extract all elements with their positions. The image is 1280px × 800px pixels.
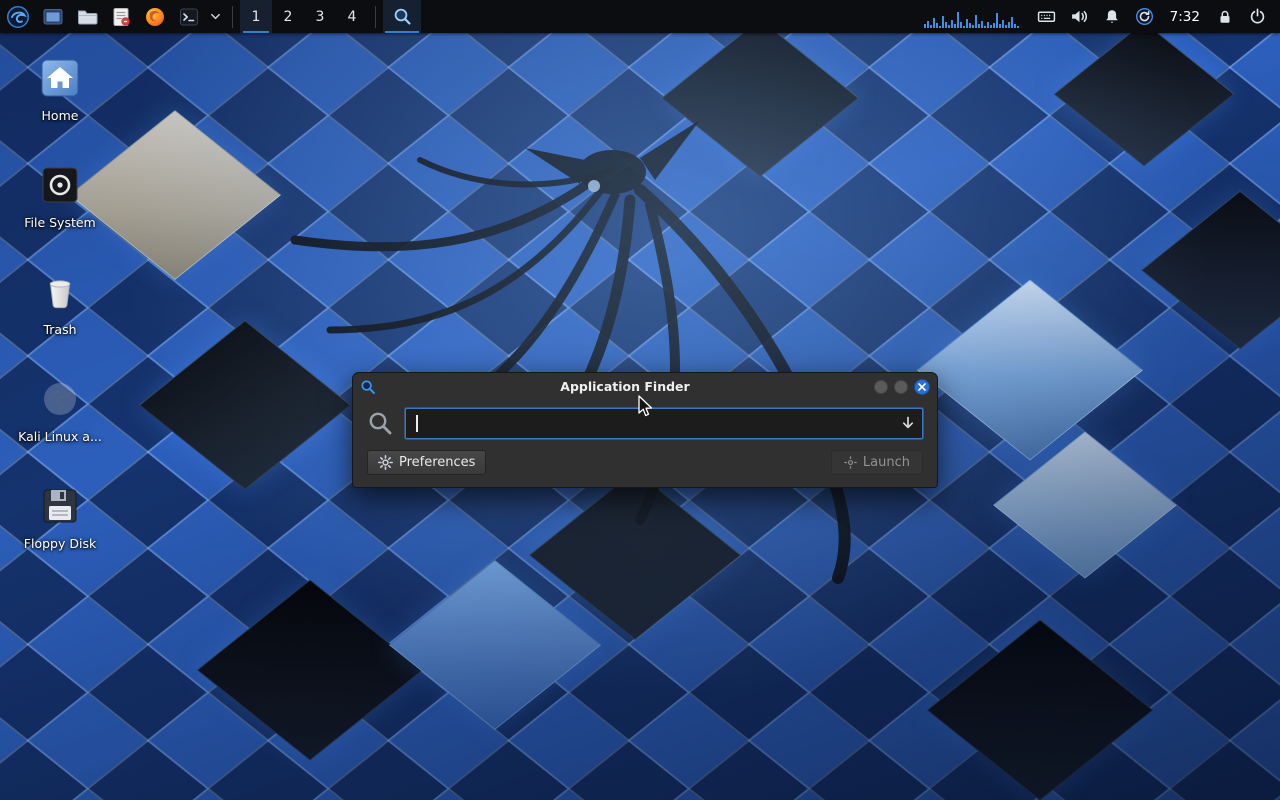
volume-icon — [1070, 7, 1089, 26]
launch-label: Launch — [863, 455, 910, 470]
wallpaper-cube — [1053, 22, 1234, 167]
window-icon — [42, 6, 64, 28]
minimize-button[interactable] — [874, 380, 888, 394]
taskbar-application-finder[interactable] — [383, 0, 421, 33]
launch-icon — [844, 456, 857, 469]
finder-body: Preferences Launch — [353, 400, 937, 487]
updates-button[interactable] — [1128, 0, 1161, 33]
desktop-icon-trash[interactable]: Trash — [4, 268, 116, 337]
bell-icon — [1103, 8, 1121, 26]
wallpaper-cube — [917, 279, 1143, 460]
wallpaper-cube — [993, 431, 1177, 578]
wallpaper-cube — [1141, 191, 1280, 349]
wallpaper-cube — [661, 19, 859, 177]
text-editor-launcher[interactable] — [104, 0, 138, 33]
lock-icon — [1216, 8, 1234, 26]
show-desktop-button[interactable] — [36, 0, 70, 33]
desktop-icon-label: File System — [24, 216, 96, 230]
desktop-icon-label: Kali Linux a... — [18, 430, 102, 444]
floppy-disk-icon — [36, 482, 84, 530]
cpu-graph[interactable] — [924, 4, 1020, 30]
workspace-switcher: 1 2 3 4 — [240, 0, 368, 33]
desktop-icon-label: Floppy Disk — [24, 537, 96, 551]
launch-button[interactable]: Launch — [831, 450, 923, 475]
arrow-down-icon — [899, 414, 917, 432]
maximize-button[interactable] — [894, 380, 908, 394]
desktop-icon-file-system[interactable]: File System — [4, 161, 116, 230]
screen-lock-button[interactable] — [1209, 0, 1241, 33]
chevron-down-icon — [209, 10, 222, 23]
logout-button[interactable] — [1241, 0, 1274, 33]
dragon-eye — [588, 180, 600, 192]
close-icon — [918, 383, 926, 391]
wallpaper-cube — [927, 619, 1153, 800]
terminal-dropdown-arrow[interactable] — [206, 0, 225, 33]
terminal-icon — [178, 6, 200, 28]
update-circle-icon — [1135, 7, 1154, 26]
home-folder-icon — [36, 54, 84, 102]
desktop-icon-label: Trash — [43, 323, 76, 337]
kali-logo-icon — [6, 5, 30, 29]
terminal-launcher[interactable] — [172, 0, 206, 33]
window-title: Application Finder — [382, 379, 868, 394]
power-icon — [1248, 7, 1267, 26]
preferences-label: Preferences — [399, 455, 475, 470]
text-caret — [416, 415, 418, 432]
volume-button[interactable] — [1063, 0, 1096, 33]
preferences-button[interactable]: Preferences — [367, 450, 486, 475]
clock[interactable]: 7:32 — [1161, 9, 1209, 25]
search-input[interactable] — [405, 408, 923, 439]
panel-separator — [232, 6, 233, 28]
top-panel: 1 2 3 4 — [0, 0, 1280, 33]
workspace-2[interactable]: 2 — [272, 0, 304, 33]
wallpaper-cube — [529, 470, 741, 640]
folder-icon — [76, 6, 98, 28]
desktop-icon-home[interactable]: Home — [4, 54, 116, 123]
application-finder-icon — [360, 379, 376, 395]
search-icon — [367, 410, 394, 437]
workspace-1[interactable]: 1 — [240, 0, 272, 33]
document-icon — [110, 6, 132, 28]
titlebar[interactable]: Application Finder — [353, 373, 937, 400]
search-input-wrap — [405, 408, 923, 439]
workspace-3[interactable]: 3 — [304, 0, 336, 33]
trash-can-icon — [36, 268, 84, 316]
close-button[interactable] — [914, 379, 930, 395]
hard-disk-icon — [36, 161, 84, 209]
desktop-icon-kali-docs[interactable]: Kali Linux a... — [4, 375, 116, 444]
applications-menu-button[interactable] — [0, 0, 36, 33]
input-dropdown-arrow[interactable] — [899, 414, 917, 436]
desktop-icon-floppy-disk[interactable]: Floppy Disk — [4, 482, 116, 551]
kali-docs-faded-icon — [36, 375, 84, 423]
firefox-launcher[interactable] — [138, 0, 172, 33]
wallpaper-cube — [389, 560, 601, 730]
magnifier-icon — [393, 7, 412, 26]
wallpaper-cube — [197, 579, 423, 760]
notifications-button[interactable] — [1096, 0, 1128, 33]
workspace-4[interactable]: 4 — [336, 0, 368, 33]
panel-separator — [375, 6, 376, 28]
keyboard-indicator[interactable] — [1030, 0, 1063, 33]
desktop-icon-label: Home — [42, 109, 79, 123]
file-manager-launcher[interactable] — [70, 0, 104, 33]
keyboard-icon — [1037, 7, 1056, 26]
wallpaper-cube — [139, 320, 351, 490]
application-finder-window: Application Finder — [352, 372, 938, 488]
gear-icon — [378, 455, 393, 470]
cpu-graph-bars — [924, 4, 1020, 30]
firefox-icon — [144, 6, 166, 28]
